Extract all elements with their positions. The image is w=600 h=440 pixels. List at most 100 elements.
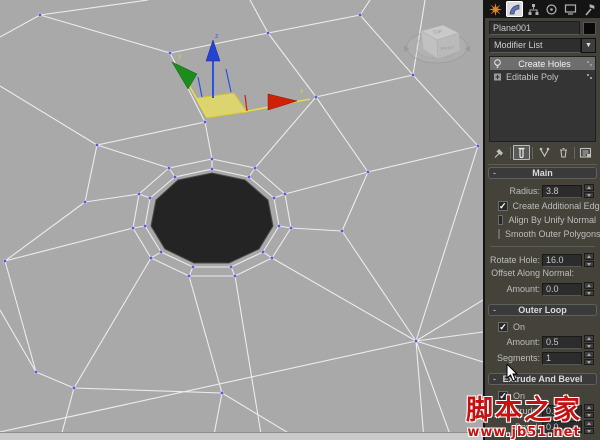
align-by-unify-normal-row: Align By Unify Normal xyxy=(489,213,596,227)
extrude-spinner[interactable] xyxy=(584,404,594,418)
rotate-hole-row: Rotate Hole: 16.0 xyxy=(489,252,596,268)
amount-label: Amount: xyxy=(506,337,540,347)
outer-loop-segments-field[interactable]: 1 xyxy=(542,351,582,365)
collapse-icon[interactable]: - xyxy=(493,305,496,315)
rollout-title: Main xyxy=(532,168,553,178)
app-window: TOP FRONT z y x Plane001 Modifier List ▼… xyxy=(0,0,600,440)
create-additional-edges-checkbox[interactable]: ✓ xyxy=(498,201,508,211)
rollout-title: Outer Loop xyxy=(518,305,567,315)
tab-utilities[interactable] xyxy=(580,1,598,17)
outer-loop-amount-spinner[interactable] xyxy=(584,335,594,349)
rollout-main-header[interactable]: - Main xyxy=(488,167,597,179)
stack-toolbar xyxy=(485,143,600,162)
modify-icon xyxy=(509,4,520,14)
rollout-outer-loop-header[interactable]: - Outer Loop xyxy=(488,304,597,316)
gizmo-xy-plane-handle xyxy=(195,92,248,119)
amount-label: Amount: xyxy=(506,284,540,294)
gizmo-z-label: z xyxy=(215,33,219,40)
rollout-main: - Main Radius: 3.8 ✓ Create Additional E… xyxy=(488,167,600,300)
utilities-hammer-icon xyxy=(585,3,595,16)
viewcube[interactable]: TOP FRONT xyxy=(404,24,470,64)
extrude-row: Extrude: 0.0 xyxy=(489,403,596,419)
make-unique-icon[interactable] xyxy=(536,145,553,160)
show-end-result-icon[interactable] xyxy=(513,145,531,160)
divider xyxy=(490,246,595,247)
rollout-extrude-and-bevel-header[interactable]: - Extrude And Bevel xyxy=(488,373,597,385)
divider xyxy=(488,164,597,165)
outer-loop-segments-row: Segments: 1 xyxy=(489,350,596,366)
bevel-label: Bevel: xyxy=(514,422,540,432)
rotate-hole-label: Rotate Hole: xyxy=(489,255,540,265)
collapse-icon[interactable]: - xyxy=(493,374,496,384)
smooth-outer-polygons-row: Smooth Outer Polygons xyxy=(489,227,600,241)
offset-amount-row: Amount: 0.0 xyxy=(489,281,596,297)
align-by-unify-normal-checkbox[interactable] xyxy=(498,215,504,225)
stack-item-editable-poly[interactable]: Editable Poly xyxy=(490,70,595,83)
object-color-swatch[interactable] xyxy=(583,21,596,35)
extrude-bevel-on-row: ✓ On xyxy=(489,389,596,403)
viewport[interactable]: TOP FRONT z y x xyxy=(0,0,483,440)
rotate-hole-spinner[interactable] xyxy=(584,253,594,267)
rotate-hole-field[interactable]: 16.0 xyxy=(542,253,582,267)
chevron-down-icon[interactable]: ▼ xyxy=(581,38,596,53)
display-icon xyxy=(564,3,577,15)
rollout-outer-loop: - Outer Loop ✓ On Amount: 0.5 Segments: … xyxy=(488,304,597,369)
collapse-icon[interactable]: - xyxy=(493,168,496,178)
tab-create[interactable] xyxy=(487,1,505,17)
outer-loop-on-row: ✓ On xyxy=(489,320,596,334)
stack-item-label: Editable Poly xyxy=(506,71,559,82)
gizmo-x-label: x xyxy=(300,88,304,95)
configure-modifier-sets-icon[interactable] xyxy=(577,145,594,160)
radius-field[interactable]: 3.8 xyxy=(542,184,582,198)
smooth-outer-polygons-checkbox[interactable] xyxy=(498,229,500,239)
bevel-field[interactable]: 0.0 xyxy=(542,420,582,434)
bevel-spinner[interactable] xyxy=(584,420,594,434)
command-panel: Plane001 Modifier List ▼ Create Holes Ed… xyxy=(483,0,600,440)
radius-spinner[interactable] xyxy=(584,184,594,198)
checkbox-label: Align By Unify Normal xyxy=(508,215,596,225)
checkbox-label: On xyxy=(513,391,526,401)
stack-state-icon xyxy=(587,61,592,66)
offset-along-normal-label: Offset Along Normal: xyxy=(491,268,574,278)
outer-loop-amount-field[interactable]: 0.5 xyxy=(542,335,582,349)
create-starburst-icon xyxy=(489,2,503,16)
tab-modify[interactable] xyxy=(505,1,524,17)
motion-icon xyxy=(546,3,557,15)
hierarchy-icon xyxy=(528,3,539,15)
move-gizmo[interactable]: z y x xyxy=(171,33,311,119)
radius-row: Radius: 3.8 xyxy=(489,183,596,199)
stack-state-icon xyxy=(587,74,592,79)
outer-loop-amount-row: Amount: 0.5 xyxy=(489,334,596,350)
tab-hierarchy[interactable] xyxy=(524,1,542,17)
offset-amount-field[interactable]: 0.0 xyxy=(542,282,582,296)
tab-display[interactable] xyxy=(562,1,580,17)
bevel-row: Bevel: 0.0 xyxy=(489,419,596,435)
extrude-bevel-on-checkbox[interactable]: ✓ xyxy=(498,391,508,401)
poly-object-icon xyxy=(494,73,501,80)
outer-loop-segments-spinner[interactable] xyxy=(584,351,594,365)
checkbox-label: On xyxy=(513,322,526,332)
bulb-icon xyxy=(494,58,501,68)
object-name-field[interactable]: Plane001 xyxy=(489,21,580,35)
rollout-extrude-and-bevel: - Extrude And Bevel ✓ On Extrude: 0.0 Be… xyxy=(488,373,597,438)
command-panel-tabs xyxy=(485,0,600,18)
viewport-bottom-edge xyxy=(0,432,483,440)
checkbox-label: Create Additional Edges xyxy=(512,201,600,211)
extrude-field[interactable]: 0.0 xyxy=(542,404,582,418)
stack-item-create-holes[interactable]: Create Holes xyxy=(490,57,595,70)
create-additional-edges-row: ✓ Create Additional Edges xyxy=(489,199,600,213)
checkbox-label: Smooth Outer Polygons xyxy=(505,229,600,239)
viewcube-front-label[interactable]: FRONT xyxy=(441,45,456,51)
gizmo-x-arrow xyxy=(267,93,298,111)
extrude-label: Extrude: xyxy=(506,406,540,416)
radius-label: Radius: xyxy=(509,186,540,196)
gizmo-y-arrow xyxy=(171,61,198,90)
outer-loop-on-checkbox[interactable]: ✓ xyxy=(498,322,508,332)
offset-amount-spinner[interactable] xyxy=(584,282,594,296)
remove-modifier-icon[interactable] xyxy=(555,145,572,160)
hole-polygon[interactable] xyxy=(150,172,274,264)
modifier-list-dropdown[interactable]: Modifier List xyxy=(489,38,581,53)
pin-stack-icon[interactable] xyxy=(491,145,508,160)
stack-item-label: Create Holes xyxy=(518,58,571,69)
tab-motion[interactable] xyxy=(543,1,561,17)
